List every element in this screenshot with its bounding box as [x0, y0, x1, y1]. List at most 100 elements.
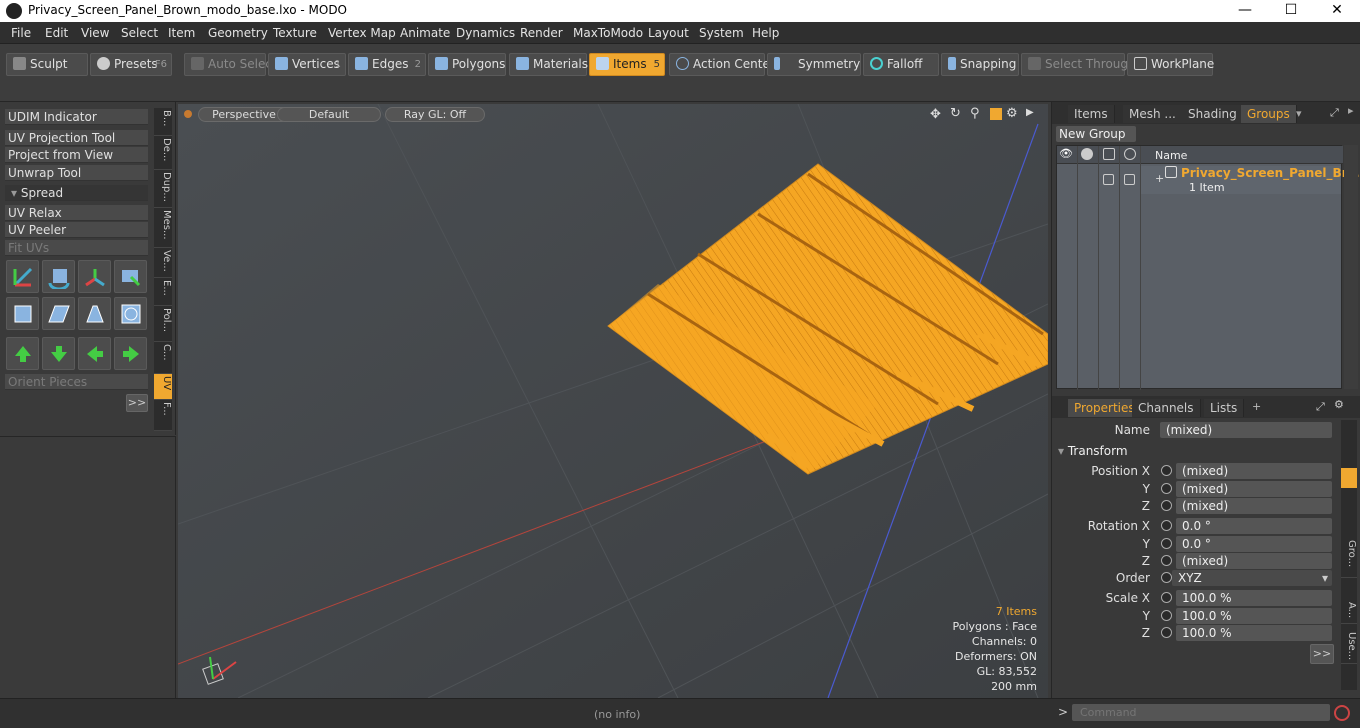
menu-view[interactable]: View: [81, 26, 109, 40]
rotation-z-keyframe[interactable]: [1161, 555, 1172, 566]
zoom-icon[interactable]: ⚲: [970, 106, 984, 121]
menu-texture[interactable]: Texture: [273, 26, 317, 40]
tab-shading[interactable]: Shading: [1182, 105, 1244, 123]
lock-icon[interactable]: [1103, 148, 1115, 160]
snapping-button[interactable]: Snapping: [941, 53, 1019, 76]
action-center-button[interactable]: Action Center: [669, 53, 775, 76]
uv-move-icon[interactable]: [6, 260, 39, 293]
orient-pieces-tool[interactable]: Orient Pieces: [5, 374, 148, 390]
menu-item[interactable]: Item: [168, 26, 195, 40]
tab-polygon[interactable]: Pol...: [154, 306, 172, 342]
uv-projection-tool[interactable]: UV Projection Tool: [5, 130, 148, 146]
close-button[interactable]: ✕: [1314, 0, 1360, 22]
visibility-eye-icon[interactable]: 👁: [1059, 147, 1073, 160]
position-y-keyframe[interactable]: [1161, 483, 1172, 494]
tab-fill[interactable]: F...: [154, 400, 172, 431]
more-properties-button[interactable]: >>: [1310, 644, 1334, 664]
tab-properties[interactable]: Properties: [1068, 399, 1142, 417]
scale-z-keyframe[interactable]: [1161, 627, 1172, 638]
new-group-button[interactable]: New Group: [1056, 126, 1136, 142]
order-keyframe[interactable]: [1161, 572, 1172, 583]
order-select[interactable]: XYZ ▾: [1172, 570, 1332, 586]
scale-x-keyframe[interactable]: [1161, 592, 1172, 603]
fit-uvs-tool[interactable]: Fit UVs: [5, 240, 148, 256]
sculpt-button[interactable]: Sculpt: [6, 53, 88, 76]
panel-menu-icon[interactable]: ▸: [1348, 104, 1354, 117]
menu-select[interactable]: Select: [121, 26, 158, 40]
menu-help[interactable]: Help: [752, 26, 779, 40]
project-from-view-tool[interactable]: Project from View: [5, 147, 148, 163]
menu-dynamics[interactable]: Dynamics: [456, 26, 515, 40]
more-tools-button[interactable]: >>: [126, 394, 148, 412]
expand-icon[interactable]: ⤢: [1330, 106, 1339, 120]
uv-peeler-tool[interactable]: UV Peeler: [5, 222, 148, 238]
menu-maxtomodo[interactable]: MaxToModo: [573, 26, 643, 40]
groups-scrollbar[interactable]: [1344, 145, 1358, 389]
gear-icon[interactable]: ⚙: [1006, 106, 1020, 121]
position-z-keyframe[interactable]: [1161, 500, 1172, 511]
tab-mesh[interactable]: Mesh ...: [1123, 105, 1183, 123]
menu-vertex-map[interactable]: Vertex Map: [328, 26, 396, 40]
viewport-menu-icon[interactable]: [184, 110, 192, 118]
polygons-button[interactable]: Polygons: [428, 53, 506, 76]
tab-edge[interactable]: E...: [154, 278, 172, 306]
tab-deform[interactable]: De...: [154, 136, 172, 170]
udim-indicator-tool[interactable]: UDIM Indicator: [5, 109, 148, 125]
scale-y-keyframe[interactable]: [1161, 610, 1172, 621]
expand-plus-icon[interactable]: +: [1155, 172, 1164, 185]
uv-scale-icon[interactable]: [78, 260, 111, 293]
uv-box-project-icon[interactable]: [6, 297, 39, 330]
side-tab-a[interactable]: A...: [1341, 600, 1357, 624]
uv-relax-tool[interactable]: UV Relax: [5, 205, 148, 221]
unwrap-tool[interactable]: Unwrap Tool: [5, 165, 148, 181]
rotation-x-field[interactable]: 0.0 °: [1176, 518, 1332, 534]
position-z-field[interactable]: (mixed): [1176, 498, 1332, 514]
uv-spherical-project-icon[interactable]: [114, 297, 147, 330]
render-icon[interactable]: [1081, 148, 1093, 160]
menu-animate[interactable]: Animate: [400, 26, 450, 40]
tab-channels[interactable]: Channels: [1132, 399, 1201, 417]
uv-transform-icon[interactable]: [114, 260, 147, 293]
position-x-field[interactable]: (mixed): [1176, 463, 1332, 479]
menu-system[interactable]: System: [699, 26, 744, 40]
tab-vertex[interactable]: Ve...: [154, 248, 172, 278]
3d-viewport[interactable]: Perspective Default Ray GL: Off ✥ ↻ ⚲ ⚙ …: [178, 104, 1048, 698]
props-gear-icon[interactable]: ⚙: [1334, 398, 1344, 411]
raygl-toggle-button[interactable]: Ray GL: Off: [385, 107, 485, 122]
command-input[interactable]: [1072, 704, 1330, 721]
arrow-up-icon[interactable]: [6, 337, 39, 370]
arrow-left-icon[interactable]: [78, 337, 111, 370]
vertices-button[interactable]: Vertices 1: [268, 53, 346, 76]
rotation-x-keyframe[interactable]: [1161, 520, 1172, 531]
uv-rotate-icon[interactable]: [42, 260, 75, 293]
position-x-keyframe[interactable]: [1161, 465, 1172, 476]
shading-default-button[interactable]: Default: [277, 107, 381, 122]
side-tab-active[interactable]: [1341, 468, 1357, 488]
select-through-button[interactable]: Select Through: [1021, 53, 1136, 76]
minimize-button[interactable]: —: [1222, 0, 1268, 22]
position-y-field[interactable]: (mixed): [1176, 481, 1332, 497]
row-select-icon[interactable]: [1124, 174, 1135, 185]
auto-select-button[interactable]: Auto Select: [184, 53, 277, 76]
pan-icon[interactable]: ✥: [930, 107, 944, 122]
rotation-z-field[interactable]: (mixed): [1176, 553, 1332, 569]
materials-button[interactable]: Materials: [509, 53, 588, 76]
workplane-button[interactable]: WorkPlane: [1127, 53, 1214, 76]
tab-duplicate[interactable]: Dup...: [154, 170, 172, 208]
rotate-icon[interactable]: ↻: [950, 106, 964, 121]
row-lock-icon[interactable]: [1103, 174, 1114, 185]
maximize-button[interactable]: ☐: [1268, 0, 1314, 22]
scale-x-field[interactable]: 100.0 %: [1176, 590, 1332, 606]
menu-layout[interactable]: Layout: [648, 26, 689, 40]
uv-planar-project-icon[interactable]: [42, 297, 75, 330]
selection-icon[interactable]: [1124, 148, 1136, 160]
items-button[interactable]: Items 5: [589, 53, 665, 76]
spread-section[interactable]: ▾ Spread: [5, 185, 148, 201]
tab-b[interactable]: B...: [154, 108, 172, 136]
fit-view-icon[interactable]: [990, 108, 1002, 120]
arrow-down-icon[interactable]: [42, 337, 75, 370]
presets-button[interactable]: Presets F6: [90, 53, 172, 76]
rotation-y-keyframe[interactable]: [1161, 538, 1172, 549]
tab-curve[interactable]: C...: [154, 342, 172, 374]
menu-geometry[interactable]: Geometry: [208, 26, 268, 40]
